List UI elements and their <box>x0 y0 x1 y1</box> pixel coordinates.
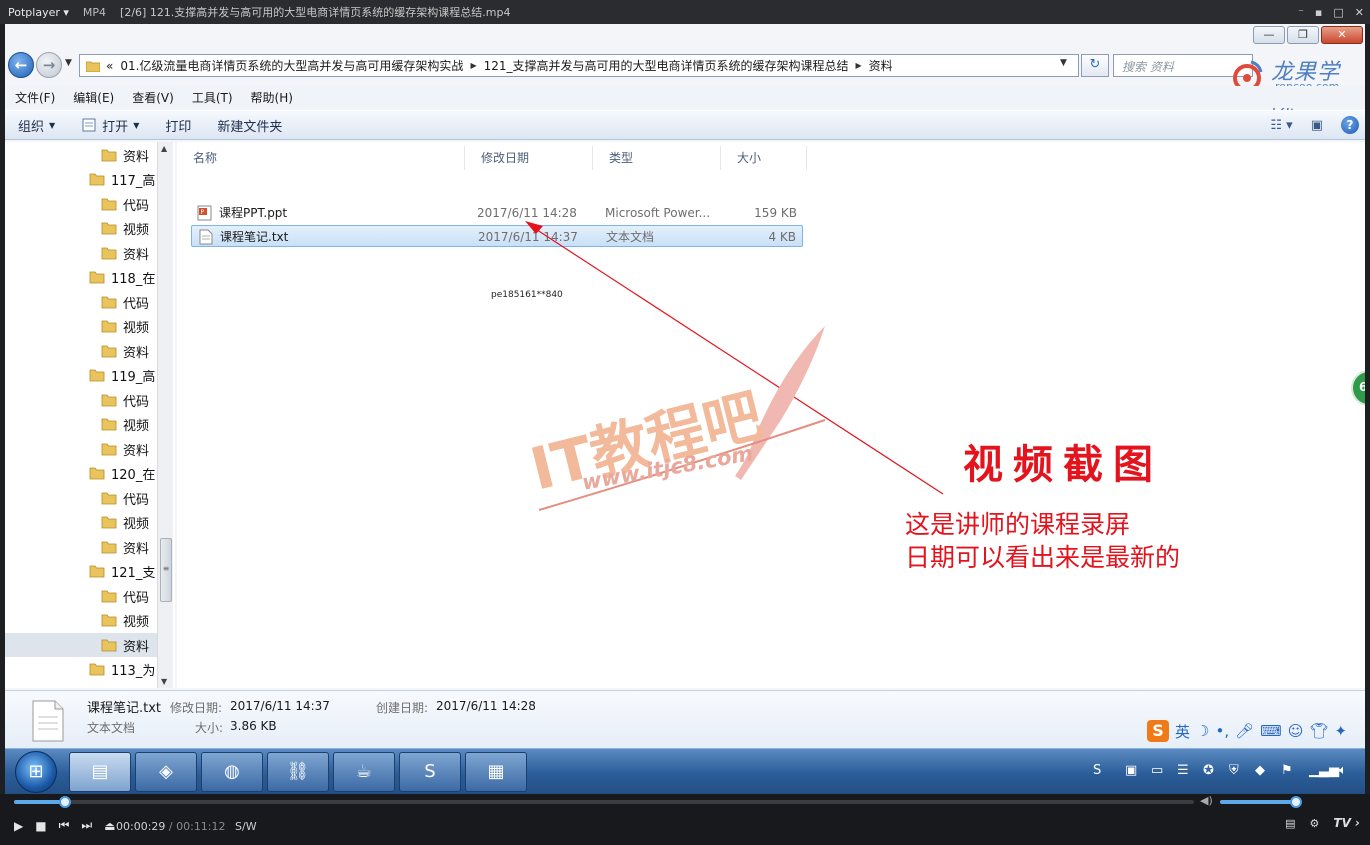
taskbar-explorer-icon[interactable]: ▤ <box>69 752 131 792</box>
ime-toolbar: S 英 ☽ •, 🎤︎ ⌨ ☺ 👕︎ ✦ <box>1147 720 1347 742</box>
player-pin-button[interactable]: ⁻ <box>1298 6 1304 19</box>
ime-keyboard-icon[interactable]: ⌨ <box>1260 722 1282 740</box>
start-button[interactable]: ⊞ <box>15 751 57 793</box>
tray-volume-icon[interactable]: 🔈︎ <box>1339 763 1347 778</box>
details-modified-label: 修改日期: <box>170 701 223 715</box>
settings-icon[interactable]: ⚙ <box>1310 817 1320 830</box>
ime-language[interactable]: 英 <box>1175 721 1190 742</box>
ime-user-icon[interactable]: ☺ <box>1288 722 1304 740</box>
stop-icon[interactable]: ■ <box>35 819 46 833</box>
player-title-bar: Potplayer ▾ MP4 [2/6] 121.支撑高并发与高可用的大型电商… <box>0 0 1370 24</box>
ime-tools-icon[interactable]: ✦ <box>1334 722 1347 740</box>
seek-bar[interactable] <box>14 796 1194 808</box>
system-tray: S ▣ ▭ ☰ ✪ ⛨ ◆ ⚑ ▁▃▅ 🔈︎ <box>1087 749 1365 794</box>
annotation-line-1: 这是讲师的课程录屏 <box>905 510 1131 539</box>
ime-skin-icon[interactable]: 👕︎ <box>1309 722 1328 740</box>
time-display: 00:00:29 / 00:11:12 S/W <box>116 820 257 833</box>
tray-signal-icon[interactable]: ▁▃▅ <box>1309 763 1339 778</box>
next-icon[interactable]: ⏭︎ <box>81 818 92 833</box>
taskbar-network-lock-icon[interactable]: ⛓ <box>267 752 329 792</box>
details-size: 3.86 KB <box>230 719 277 733</box>
tray-flag-icon[interactable]: ⚑ <box>1281 763 1293 778</box>
tray-monitor-icon[interactable]: ▭ <box>1151 763 1163 778</box>
taskbar-presentation-icon[interactable]: ▦ <box>465 752 527 792</box>
play-icon[interactable]: ▶ <box>14 819 23 833</box>
details-created-label: 创建日期: <box>376 701 429 715</box>
playback-buttons: ▶ ■ ⏮︎ ⏭︎ ⏏︎ <box>14 818 116 833</box>
taskbar-virtualbox-icon[interactable]: ◈ <box>135 752 197 792</box>
windows-taskbar: S 英 ☽ •, 🎤︎ ⌨ ☺ 👕︎ ✦ ⊞ ▤ ◈ ◍ ⛓ ☕ S ▦ S ▣… <box>5 720 1365 794</box>
itjc8-logo: IT教程吧 <box>525 326 826 511</box>
player-maximize-button[interactable]: □ <box>1333 6 1343 19</box>
annotation-title: 视频截图 <box>963 441 1163 488</box>
seek-fill <box>14 800 65 804</box>
player-close-button[interactable]: ✕ <box>1355 6 1364 19</box>
tray-security-icon[interactable]: ◆ <box>1255 763 1265 778</box>
tv-button[interactable]: TV › <box>1333 816 1360 830</box>
annotation-line-2: 日期可以看出来是最新的 <box>905 543 1181 572</box>
video-filename: [2/6] 121.支撑高并发与高可用的大型电商详情页系统的缓存架构课程总结.m… <box>120 6 511 19</box>
seek-handle[interactable] <box>58 796 71 808</box>
taskbar-sublime-icon[interactable]: S <box>399 752 461 792</box>
playlist-icon[interactable]: ▤ <box>1285 817 1295 830</box>
sogou-ime-icon[interactable]: S <box>1147 720 1169 742</box>
tray-star-icon[interactable]: ✪ <box>1203 763 1214 778</box>
tray-shield-icon[interactable]: ⛨ <box>1229 763 1239 778</box>
current-time: 00:00:29 <box>116 820 166 833</box>
ime-punct-icon[interactable]: •, <box>1215 722 1229 740</box>
eject-icon[interactable]: ⏏︎ <box>104 819 115 833</box>
video-area: — ❐ ✕ ← → ▼ « 01.亿级流量电商详情页系统的大型高并发与高可用缓存… <box>5 24 1365 794</box>
format-label: MP4 <box>82 5 107 19</box>
tray-list-icon[interactable]: ☰ <box>1177 763 1189 778</box>
taskbar-javaee-ide-icon[interactable]: ☕ <box>333 752 395 792</box>
ime-mic-icon[interactable]: 🎤︎ <box>1235 722 1254 740</box>
taskbar-dashboard-icon[interactable]: ◍ <box>201 752 263 792</box>
previous-icon[interactable]: ⏮︎ <box>59 818 70 833</box>
duration: 00:11:12 <box>176 820 226 833</box>
player-window-controls: ⁻ ▪ □ ✕ <box>1298 0 1364 24</box>
volume-handle[interactable] <box>1290 796 1302 808</box>
text-file-large-icon <box>32 700 64 742</box>
decoder-mode: S/W <box>235 820 257 833</box>
player-minimize-button[interactable]: ▪ <box>1315 6 1322 19</box>
player-menu-button[interactable]: Potplayer ▾ <box>0 6 79 19</box>
volume-fill <box>1220 800 1296 804</box>
details-filename: 课程笔记.txt <box>87 701 162 716</box>
details-modified: 2017/6/11 14:37 <box>230 699 330 713</box>
player-right-controls: ▤ ⚙ TV › <box>1285 816 1360 830</box>
player-controls: ◀︎) ▶ ■ ⏮︎ ⏭︎ ⏏︎ 00:00:29 / 00:11:12 S/W… <box>0 794 1370 845</box>
details-size-label: 大小: <box>195 721 224 735</box>
logo-it-text: IT教程吧 <box>525 381 769 504</box>
ime-moon-icon[interactable]: ☽ <box>1196 722 1209 740</box>
details-type: 文本文档 <box>87 721 136 735</box>
tv-label: TV <box>1333 816 1351 830</box>
tray-network-icon[interactable]: ▣ <box>1125 763 1137 778</box>
volume-icon[interactable]: ◀︎) <box>1200 794 1213 807</box>
player-brand: Potplayer <box>8 5 60 19</box>
annotation-text: 这是讲师的课程录屏 日期可以看出来是最新的 <box>905 508 1180 574</box>
details-created: 2017/6/11 14:28 <box>436 699 536 713</box>
volume-slider[interactable] <box>1220 796 1302 808</box>
tray-sogou-icon[interactable]: S <box>1093 763 1101 778</box>
